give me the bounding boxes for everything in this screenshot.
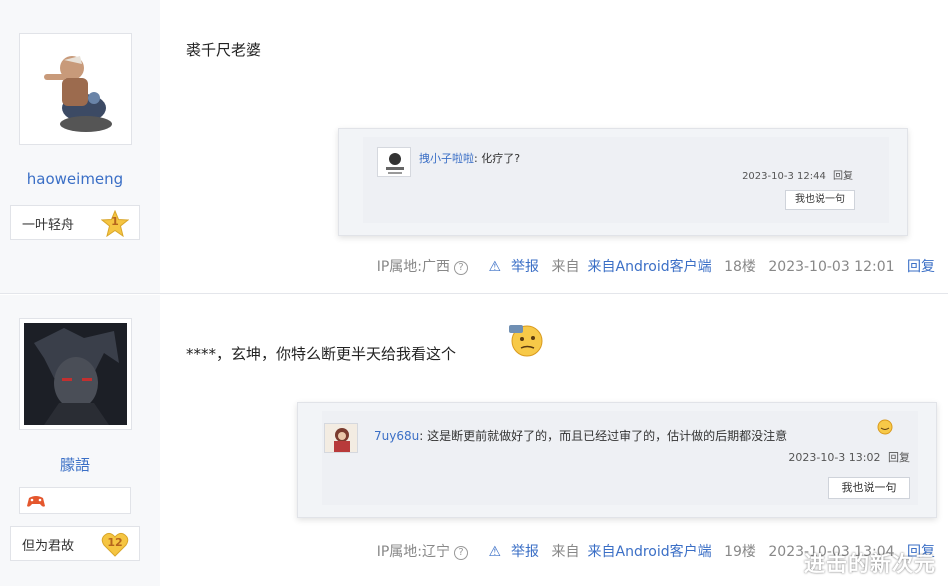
client-link[interactable]: 来自Android客户端 <box>588 259 712 275</box>
client-source: 来自 来自Android客户端 <box>551 544 712 560</box>
say-something-button[interactable]: 我也说一句 <box>828 477 910 499</box>
reply-time: 2023-10-3 12:44 <box>742 171 826 182</box>
badge-level: 1 <box>111 215 119 228</box>
say-something-button[interactable]: 我也说一句 <box>785 190 855 210</box>
reply-message: 化疗了? <box>481 152 521 165</box>
user-sidebar: 朦語 但为君故 12 <box>0 295 160 586</box>
reply-username[interactable]: 7uy68u <box>374 429 419 443</box>
game-badge[interactable] <box>19 487 131 514</box>
ip-location: IP属地:广西? <box>369 259 469 275</box>
reply-text: 拽小子啦啦: 化疗了? <box>419 152 521 165</box>
report-link[interactable]: ⚠ 举报 <box>480 544 539 560</box>
warning-triangle-icon: ⚠ <box>488 544 502 560</box>
post-content: ****，玄坤，你特么断更半天给我看这个 <box>186 345 457 363</box>
avatar[interactable] <box>19 33 132 145</box>
username[interactable]: haoweimeng <box>0 170 150 188</box>
reply-item: 7uy68u: 这是断更前就做好了的，而且已经过审了的，估计做的后期都没注意 2… <box>322 411 918 505</box>
reply-box: 拽小子啦啦: 化疗了? 2023-10-3 12:44 回复 我也说一句 <box>338 128 908 236</box>
gamepad-icon <box>27 496 45 507</box>
client-source: 来自 来自Android客户端 <box>551 259 712 275</box>
reply-avatar[interactable] <box>324 423 358 453</box>
avatar-image <box>24 323 127 425</box>
post-time: 2023-10-03 12:01 <box>768 259 895 275</box>
reply-reply-link[interactable]: 回复 <box>888 451 910 464</box>
badge-level: 12 <box>107 536 123 549</box>
warning-triangle-icon: ⚠ <box>488 259 502 275</box>
user-sidebar: haoweimeng 一叶轻舟 1 <box>0 0 160 293</box>
emoji-icon <box>509 325 543 357</box>
reply-reply-link[interactable]: 回复 <box>833 171 853 182</box>
post-2: 朦語 但为君故 12 ****，玄坤，你特么断更半天给我看这个 7uy68u: … <box>0 295 948 586</box>
member-badge[interactable]: 但为君故 12 <box>10 526 140 561</box>
reply-meta: 2023-10-3 12:44 回复 <box>742 167 853 182</box>
help-circle-icon[interactable]: ? <box>454 261 469 275</box>
badge-name: 一叶轻舟 <box>22 218 75 233</box>
reply-time: 2023-10-3 13:02 <box>788 451 881 464</box>
watermark: 进击的新次元 <box>804 552 936 576</box>
help-circle-icon[interactable]: ? <box>454 546 469 560</box>
ip-location: IP属地:辽宁? <box>369 544 469 560</box>
reply-avatar[interactable] <box>377 147 411 177</box>
post-1: haoweimeng 一叶轻舟 1 裘千尺老婆 拽小子啦啦: 化疗了? 2023… <box>0 0 948 294</box>
avatar[interactable] <box>19 318 132 430</box>
reply-link[interactable]: 回复 <box>907 259 935 275</box>
reply-username[interactable]: 拽小子啦啦 <box>419 152 474 165</box>
floor-number: 19楼 <box>724 544 756 560</box>
badge-name: 但为君故 <box>22 539 75 554</box>
reply-box: 7uy68u: 这是断更前就做好了的，而且已经过审了的，估计做的后期都没注意 2… <box>297 402 937 518</box>
reply-text: 7uy68u: 这是断更前就做好了的，而且已经过审了的，估计做的后期都没注意 <box>374 429 788 443</box>
emoji-icon <box>877 419 893 435</box>
report-link[interactable]: ⚠ 举报 <box>480 259 539 275</box>
floor-number: 18楼 <box>724 259 756 275</box>
avatar-image <box>24 38 127 140</box>
username[interactable]: 朦語 <box>0 454 150 475</box>
client-link[interactable]: 来自Android客户端 <box>588 544 712 560</box>
member-badge[interactable]: 一叶轻舟 1 <box>10 205 140 240</box>
post-content: 裘千尺老婆 <box>186 41 262 59</box>
reply-item: 拽小子啦啦: 化疗了? 2023-10-3 12:44 回复 我也说一句 <box>363 137 889 223</box>
reply-message: 这是断更前就做好了的，而且已经过审了的，估计做的后期都没注意 <box>427 429 788 443</box>
post-footer: IP属地:广西? ⚠ 举报 来自 来自Android客户端 18楼 2023-10-… <box>361 256 935 276</box>
reply-meta: 2023-10-3 13:02 回复 <box>788 449 910 465</box>
